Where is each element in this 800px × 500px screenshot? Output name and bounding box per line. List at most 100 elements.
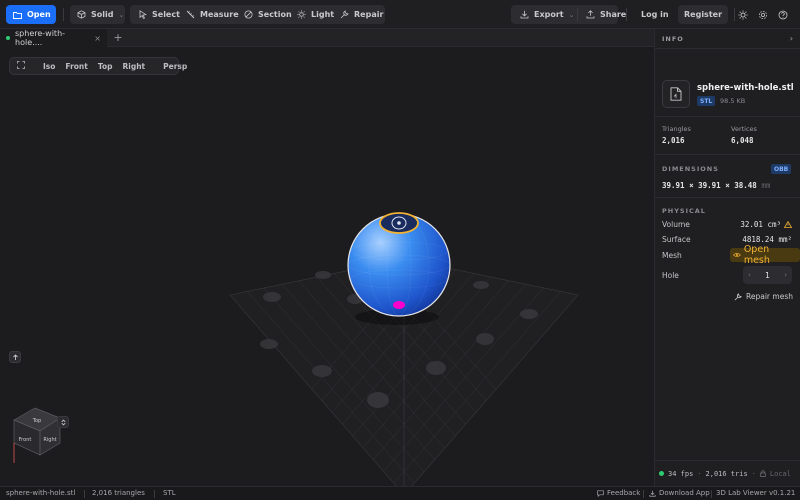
surface-value: 4818.24 mm² [742, 235, 792, 244]
status-divider [84, 490, 85, 498]
file-name: sphere-with-hole.stl [697, 83, 794, 93]
wrench-icon [340, 10, 349, 19]
hole-index: 1 [765, 270, 770, 280]
volume-label: Volume [662, 220, 690, 229]
cube-icon [77, 10, 86, 19]
3d-viewport[interactable]: Top Front Right Iso Front Top Right Pers… [0, 47, 654, 486]
download-app-link[interactable]: Download App [649, 489, 710, 497]
open-button[interactable]: Open [6, 5, 56, 24]
view-right-button[interactable]: Right [118, 62, 151, 71]
render-mode-label: Solid [91, 10, 114, 19]
status-divider [154, 490, 155, 498]
fullscreen-icon [17, 61, 25, 69]
render-mode-button[interactable]: Solid ⌄ [70, 5, 131, 24]
chevron-right-icon[interactable]: › [784, 271, 787, 279]
view-iso-button[interactable]: Iso [38, 62, 60, 71]
toolbar-divider [63, 8, 64, 21]
vertices-value: 6,048 [731, 136, 754, 145]
toolbar-divider [626, 8, 627, 21]
new-tab-button[interactable]: + [111, 30, 125, 45]
triangles-label: Triangles [662, 125, 691, 133]
panel-divider [654, 154, 800, 155]
surface-label: Surface [662, 235, 691, 244]
feedback-link[interactable]: Feedback [597, 489, 640, 497]
readout-separator: · [697, 469, 702, 478]
dimensions-unit: mm [761, 181, 771, 190]
hole-stepper[interactable]: ‹ 1 › [743, 266, 792, 284]
chevron-down-icon: ⌄ [568, 10, 575, 19]
measure-tool-button[interactable]: Measure [179, 5, 246, 24]
mode-value: Local [769, 469, 791, 478]
volume-number: 32.01 cm³ [740, 220, 781, 229]
app-version: 3D Lab Viewer v0.1.21 [716, 489, 796, 497]
chat-icon [597, 489, 604, 497]
view-front-button[interactable]: Front [60, 62, 92, 71]
file-tab[interactable]: sphere-with-hole.... × [0, 29, 107, 47]
file-tab-label: sphere-with-hole.... [15, 29, 66, 47]
wrench-icon [734, 292, 742, 300]
cube-rotate-up-button[interactable] [9, 351, 21, 363]
fit-view-button[interactable] [10, 61, 30, 71]
export-button[interactable]: Export ⌄ [513, 5, 582, 24]
format-badge: STL [697, 96, 716, 106]
download-icon [649, 490, 656, 497]
cube-flip-button[interactable] [57, 416, 69, 428]
fps-status-dot-icon [659, 471, 664, 476]
status-format: STL [163, 489, 176, 497]
cube-face-front[interactable]: Front [19, 437, 32, 443]
ruler-icon [186, 10, 195, 19]
file-icon [670, 87, 682, 101]
register-button[interactable]: Register [678, 5, 728, 24]
panel-divider [654, 197, 800, 198]
toolbar-divider [577, 8, 578, 21]
cube-face-top[interactable]: Top [32, 418, 41, 424]
panel-divider [654, 116, 800, 117]
cube-face-right[interactable]: Right [43, 437, 56, 443]
hole-boundary[interactable] [379, 212, 419, 234]
status-triangles: 2,016 triangles [92, 489, 145, 497]
section-tool-label: Section [258, 10, 292, 19]
readout-separator: · [751, 469, 756, 478]
dimensions-value: 39.91 × 39.91 × 38.48 mm [662, 181, 770, 190]
repair-mesh-button[interactable]: Repair mesh [734, 292, 793, 301]
hole-marker [393, 301, 405, 309]
close-icon[interactable]: × [94, 34, 101, 43]
sun-icon [737, 9, 748, 20]
hole-label: Hole [662, 271, 679, 280]
triangles-value: 2,016 [662, 136, 685, 145]
help-icon [778, 10, 787, 19]
login-button[interactable]: Log in [634, 5, 676, 24]
scene-canvas[interactable]: Top Front Right [0, 47, 654, 486]
collapse-panel-icon[interactable]: › [790, 34, 794, 43]
warning-icon [784, 221, 792, 228]
mesh-label: Mesh [662, 251, 682, 260]
mesh-status-label: Open mesh [743, 244, 770, 266]
status-dot-icon [6, 36, 10, 40]
chevron-left-icon[interactable]: ‹ [748, 271, 751, 279]
settings-button[interactable] [753, 5, 772, 24]
render-mode-dropdown[interactable]: Solid ⌄ [70, 5, 125, 24]
obb-badge[interactable]: OBB [771, 164, 792, 174]
fps-value: 34 fps [668, 469, 694, 478]
status-file: sphere-with-hole.stl [6, 489, 76, 497]
mesh-status-badge: Open mesh [730, 244, 800, 266]
lock-icon [760, 470, 766, 477]
chevron-up-icon [12, 353, 18, 360]
chevron-updown-icon [60, 418, 66, 426]
navigation-cube[interactable]: Top Front Right [13, 407, 61, 463]
vertices-label: Vertices [731, 125, 757, 133]
status-divider [711, 490, 712, 498]
open-button-label: Open [27, 10, 51, 19]
eye-icon [733, 252, 741, 258]
view-top-button[interactable]: Top [93, 62, 118, 71]
volume-value: 32.01 cm³ [740, 220, 792, 229]
view-persp-button[interactable]: Persp [158, 62, 192, 71]
help-button[interactable] [773, 5, 792, 24]
measure-tool-label: Measure [200, 10, 239, 19]
share-button-label: Share [600, 10, 627, 19]
export-button-label: Export [534, 10, 564, 19]
performance-readout: 34 fps · 2,016 tris · Local [654, 460, 800, 486]
theme-toggle-button[interactable] [733, 5, 752, 24]
repair-tool-button[interactable]: Repair [333, 5, 390, 24]
file-tab-strip: sphere-with-hole.... × + [0, 29, 654, 47]
